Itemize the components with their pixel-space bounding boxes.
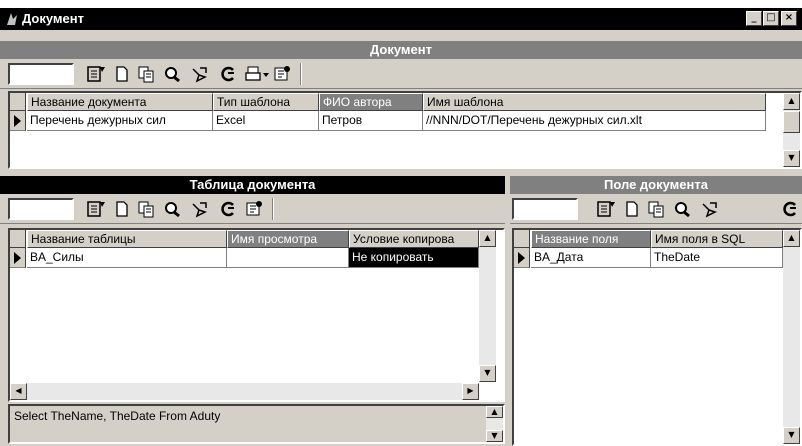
find-icon[interactable] [162, 200, 182, 218]
row-indicator[interactable] [10, 248, 26, 268]
scroll-up-icon[interactable]: ▲ [783, 93, 800, 110]
col-header-field-name[interactable]: Название поля [531, 230, 651, 248]
grid-corner [10, 93, 26, 111]
table-search-input[interactable] [8, 198, 74, 220]
table-grid[interactable]: Название таблицы Имя просмотра Условие к… [8, 228, 505, 402]
query-box[interactable]: Select TheName, TheDate From Aduty ▲ ▼ [8, 404, 505, 444]
scroll-down-icon[interactable]: ▼ [783, 427, 800, 444]
field-toolbar [510, 194, 802, 224]
window-titlebar[interactable]: Документ _ □ × [0, 0, 802, 30]
find-icon[interactable] [162, 65, 182, 83]
cell-table-name[interactable]: BA_Силы [27, 248, 227, 268]
print-icon[interactable] [244, 65, 270, 83]
scroll-right-icon[interactable]: ▶ [462, 383, 479, 400]
query-text: Select TheName, TheDate From Aduty [14, 409, 221, 423]
table-band: Таблица документа [0, 176, 505, 194]
col-header-author[interactable]: ФИО автора [319, 93, 423, 111]
col-header-template-name[interactable]: Имя шаблона [423, 93, 766, 111]
cell-view-name[interactable] [227, 248, 349, 268]
properties-icon[interactable] [244, 200, 264, 218]
scroll-down-icon[interactable]: ▼ [486, 430, 503, 442]
cell-sql-field-name[interactable]: TheDate [651, 248, 783, 268]
tool-icon[interactable] [190, 200, 210, 218]
filter-icon[interactable] [596, 200, 616, 218]
document-grid[interactable]: Название документа Тип шаблона ФИО автор… [8, 91, 802, 169]
refresh-icon[interactable] [780, 200, 800, 218]
tool-icon[interactable] [700, 200, 720, 218]
filter-icon[interactable] [86, 200, 106, 218]
col-header-view-name[interactable]: Имя просмотра [227, 230, 349, 248]
copy-icon[interactable] [136, 65, 156, 83]
cell-copy-condition[interactable]: Не копировать [349, 248, 479, 268]
document-toolbar [0, 59, 802, 89]
row-indicator[interactable] [10, 111, 26, 131]
copy-icon[interactable] [136, 200, 156, 218]
col-header-table-name[interactable]: Название таблицы [27, 230, 227, 248]
refresh-icon[interactable] [218, 65, 238, 83]
row-indicator[interactable] [514, 248, 530, 268]
tool-icon[interactable] [190, 65, 210, 83]
scroll-thumb[interactable] [783, 111, 800, 133]
maximize-button[interactable]: □ [763, 11, 779, 26]
row-arrow-icon [518, 252, 525, 264]
row-arrow-icon [14, 252, 21, 264]
scroll-down-icon[interactable]: ▼ [783, 150, 800, 167]
toolbar-separator [272, 198, 274, 220]
filter-icon[interactable] [86, 65, 106, 83]
app-icon [7, 13, 17, 25]
document-band: Документ [0, 41, 802, 59]
new-document-icon[interactable] [112, 200, 132, 218]
document-search-input[interactable] [8, 63, 74, 85]
scroll-down-icon[interactable]: ▼ [479, 365, 496, 382]
field-band: Поле документа [510, 176, 802, 194]
field-search-input[interactable] [512, 198, 578, 220]
cell-author[interactable]: Петров [319, 111, 423, 131]
table-hscroll[interactable]: ◀ ▶ [10, 383, 479, 400]
minimize-button[interactable]: _ [746, 11, 762, 26]
refresh-icon[interactable] [218, 200, 238, 218]
document-vscroll[interactable]: ▲ ▼ [783, 93, 800, 167]
col-header-doc-name[interactable]: Название документа [27, 93, 213, 111]
properties-icon[interactable] [272, 65, 292, 83]
find-icon[interactable] [672, 200, 692, 218]
scroll-up-icon[interactable]: ▲ [479, 230, 496, 247]
table-toolbar [0, 194, 505, 224]
row-arrow-icon [14, 115, 21, 127]
cell-template-type[interactable]: Excel [213, 111, 319, 131]
grid-corner [10, 230, 26, 248]
close-button[interactable]: × [781, 11, 797, 26]
field-vscroll[interactable]: ▲ ▼ [783, 230, 800, 444]
scroll-left-icon[interactable]: ◀ [10, 383, 27, 400]
col-header-sql-field-name[interactable]: Имя поля в SQL [651, 230, 783, 248]
toolbar-separator [300, 63, 302, 85]
query-vscroll[interactable]: ▲ ▼ [486, 406, 503, 442]
new-document-icon[interactable] [112, 65, 132, 83]
scroll-up-icon[interactable]: ▲ [783, 230, 800, 247]
cell-template-name[interactable]: //NNN/DOT/Перечень дежурных сил.xlt [423, 111, 766, 131]
cell-field-name[interactable]: BA_Дата [531, 248, 651, 268]
table-vscroll[interactable]: ▲ ▼ [479, 230, 496, 382]
grid-corner [514, 230, 530, 248]
window-title: Документ [22, 11, 84, 26]
col-header-template-type[interactable]: Тип шаблона [213, 93, 319, 111]
col-header-copy-condition[interactable]: Условие копирова [349, 230, 479, 248]
field-grid[interactable]: Название поля Имя поля в SQL BA_Дата The… [512, 228, 802, 446]
new-document-icon[interactable] [622, 200, 642, 218]
scroll-up-icon[interactable]: ▲ [486, 406, 503, 418]
copy-icon[interactable] [646, 200, 666, 218]
cell-doc-name[interactable]: Перечень дежурных сил [27, 111, 213, 131]
